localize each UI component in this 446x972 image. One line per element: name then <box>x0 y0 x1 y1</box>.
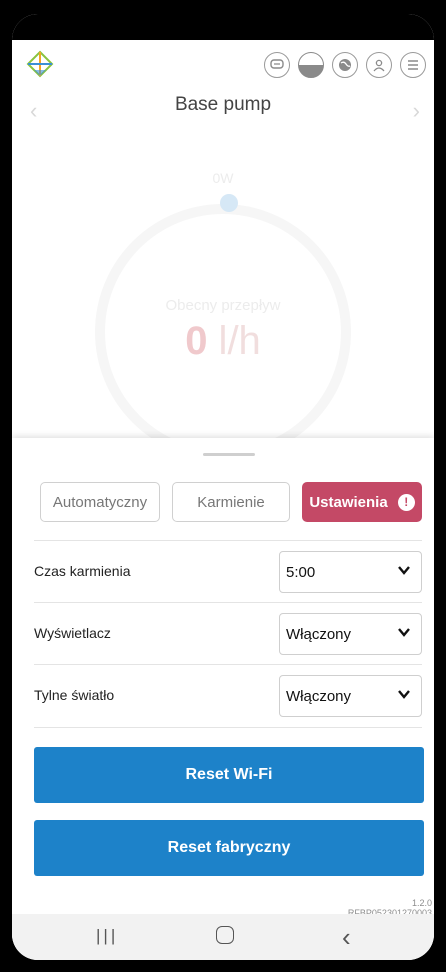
globe-icon[interactable] <box>332 52 358 78</box>
select-value: 5:00 <box>286 564 316 581</box>
setting-row-display: Wyświetlacz Włączony <box>34 602 422 665</box>
tab-automatic[interactable]: Automatyczny <box>40 482 160 522</box>
flow-number: 0 <box>185 319 208 363</box>
setting-row-feeding-time: Czas karmienia 5:00 <box>34 540 422 603</box>
back-icon[interactable]: ‹ <box>342 922 351 953</box>
top-icon-bar <box>264 52 426 78</box>
gauge-knob[interactable] <box>220 194 238 212</box>
setting-label: Tylne światło <box>34 687 115 703</box>
select-value: Włączony <box>286 626 352 643</box>
system-nav-bar: ||| ‹ <box>12 914 434 960</box>
half-circle-icon[interactable] <box>298 52 324 78</box>
alert-icon: ! <box>397 493 415 511</box>
flow-value: 0 l/h <box>12 319 434 364</box>
select-value: Włączony <box>286 688 352 705</box>
app-version: 1.2.0 <box>411 898 432 908</box>
chevron-down-icon <box>398 566 410 575</box>
setting-label: Czas karmienia <box>34 563 131 579</box>
page-title: Base pump <box>174 94 272 115</box>
feeding-time-select[interactable]: 5:00 <box>279 551 422 593</box>
menu-icon[interactable] <box>400 52 426 78</box>
user-icon[interactable] <box>366 52 392 78</box>
flow-label: Obecny przepływ <box>165 297 281 314</box>
tab-settings[interactable]: Ustawienia ! <box>302 482 422 522</box>
power-readout: 0W <box>212 170 234 186</box>
setting-label: Wyświetlacz <box>34 625 111 641</box>
mode-tabs: Automatyczny Karmienie Ustawienia ! <box>40 482 422 522</box>
reset-wifi-button[interactable]: Reset Wi-Fi <box>34 747 424 803</box>
chat-icon[interactable] <box>264 52 290 78</box>
chevron-down-icon <box>398 690 410 699</box>
tab-settings-label: Ustawienia <box>309 493 388 511</box>
chevron-down-icon <box>398 628 410 637</box>
status-bar <box>12 14 434 40</box>
setting-row-backlight: Tylne światło Włączony <box>34 664 422 728</box>
flow-unit: l/h <box>207 319 261 363</box>
home-icon[interactable] <box>216 926 234 944</box>
sheet-drag-handle[interactable] <box>203 453 255 456</box>
recent-apps-icon[interactable]: ||| <box>96 926 118 946</box>
reset-factory-button[interactable]: Reset fabryczny <box>34 820 424 876</box>
display-select[interactable]: Włączony <box>279 613 422 655</box>
app-screen: ‹ › Base pump 0W Obecny przepływ 0 l/h A… <box>12 14 434 960</box>
settings-sheet: Automatyczny Karmienie Ustawienia ! Czas… <box>12 438 434 960</box>
backlight-select[interactable]: Włączony <box>279 675 422 717</box>
logo-icon[interactable] <box>26 50 54 78</box>
tab-feeding[interactable]: Karmienie <box>172 482 290 522</box>
phone-frame: ‹ › Base pump 0W Obecny przepływ 0 l/h A… <box>0 0 446 972</box>
